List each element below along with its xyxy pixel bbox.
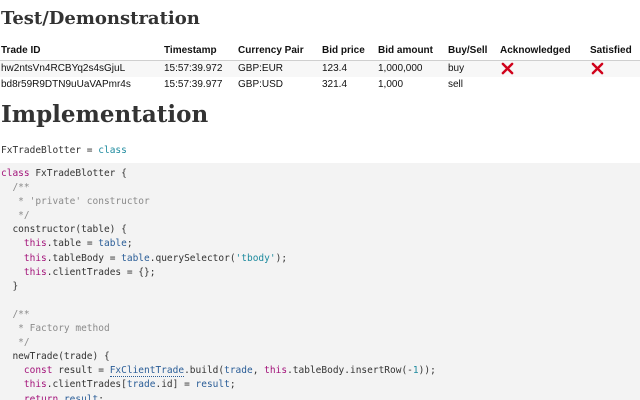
code-keyword: this	[264, 365, 288, 377]
cross-icon	[591, 62, 604, 75]
test-demonstration-heading: Test/Demonstration	[1, 8, 200, 29]
code-identifier: table	[98, 238, 127, 250]
currency-pair-cell: GBP:USD	[237, 77, 321, 94]
column-header-satisfied: Satisfied	[589, 44, 640, 61]
table-row: bd8r59R9DTN9uUaVAPmr4s 15:57:39.977 GBP:…	[0, 77, 640, 94]
code-text: .tableBody.insertRow(-	[287, 365, 413, 377]
code-keyword: this	[23, 238, 47, 250]
class-declaration-output: FxTradeBlotter = class	[1, 145, 127, 157]
column-header-bid-amount: Bid amount	[377, 44, 447, 61]
code-text: .tableBody =	[46, 252, 122, 264]
code-comment: * Factory method	[1, 323, 110, 335]
bid-amount-cell: 1,000,000	[377, 60, 447, 78]
code-text: .id] =	[155, 379, 196, 391]
buy-sell-cell: buy	[447, 60, 499, 78]
declaration-name: FxTradeBlotter	[1, 145, 82, 156]
code-text: );	[275, 252, 288, 264]
code-block: class FxTradeBlotter { /** * 'private' c…	[0, 163, 640, 400]
column-header-acknowledged: Acknowledged	[499, 44, 589, 61]
column-header-timestamp: Timestamp	[163, 44, 237, 61]
trade-id-cell: hw2ntsVn4RCBYq2s4sGjuL	[0, 60, 163, 78]
bid-price-cell: 123.4	[321, 60, 377, 78]
code-keyword: this	[23, 266, 47, 278]
cross-icon	[501, 62, 514, 75]
code-text: ;	[98, 393, 105, 400]
code-comment: /**	[1, 308, 30, 320]
code-identifier: trade	[126, 379, 156, 391]
code-identifier: result	[63, 393, 99, 400]
column-header-trade-id: Trade ID	[0, 44, 163, 61]
timestamp-cell: 15:57:39.972	[163, 60, 237, 78]
bid-amount-cell: 1,000	[377, 77, 447, 94]
declaration-equals: =	[81, 145, 99, 156]
code-text: .querySelector(	[149, 252, 236, 264]
currency-pair-cell: GBP:EUR	[237, 60, 321, 78]
column-header-buy-sell: Buy/Sell	[447, 44, 499, 61]
code-text: ;	[229, 379, 236, 391]
column-header-bid-price: Bid price	[321, 44, 377, 61]
fx-client-trade-link[interactable]: FxClientTrade	[109, 365, 185, 378]
trade-id-cell: bd8r59R9DTN9uUaVAPmr4s	[0, 77, 163, 94]
code-keyword: const	[23, 365, 53, 377]
code-text: FxTradeBlotter {	[29, 168, 127, 179]
code-comment: * 'private' constructor	[1, 196, 150, 208]
timestamp-cell: 15:57:39.977	[163, 77, 237, 94]
code-text: ,	[252, 365, 265, 377]
code-text: ));	[418, 365, 436, 377]
bid-price-cell: 321.4	[321, 77, 377, 94]
code-text: newTrade(trade) {	[1, 351, 110, 363]
acknowledged-cell	[499, 77, 589, 94]
code-keyword: class	[1, 168, 30, 179]
code-keyword: return	[23, 393, 59, 400]
code-keyword: this	[23, 252, 47, 264]
code-identifier: trade	[224, 365, 253, 377]
code-comment: /**	[1, 182, 30, 194]
table-row: hw2ntsVn4RCBYq2s4sGjuL 15:57:39.972 GBP:…	[0, 60, 640, 78]
implementation-heading: Implementation	[1, 101, 209, 128]
code-text: }	[1, 280, 19, 292]
column-header-currency-pair: Currency Pair	[237, 44, 321, 61]
code-text: .build(	[184, 365, 225, 377]
code-text: .clientTrades[	[46, 379, 127, 391]
code-keyword: this	[23, 379, 47, 391]
code-comment: */	[1, 210, 30, 222]
code-text: .table =	[46, 238, 99, 250]
satisfied-cell	[589, 77, 640, 94]
declaration-value: class	[98, 145, 127, 156]
code-text: .clientTrades = {};	[46, 266, 156, 278]
table-header-row: Trade ID Timestamp Currency Pair Bid pri…	[0, 44, 640, 61]
code-string: 'tbody'	[235, 252, 276, 264]
code-text: constructor(table) {	[1, 224, 127, 236]
buy-sell-cell: sell	[447, 77, 499, 94]
code-identifier: table	[121, 252, 150, 264]
fx-trade-blotter-table: Trade ID Timestamp Currency Pair Bid pri…	[0, 44, 640, 94]
satisfied-cell	[589, 60, 640, 78]
code-identifier: result	[195, 379, 230, 391]
code-comment: */	[1, 337, 30, 349]
acknowledged-cell	[499, 60, 589, 78]
code-text: ;	[126, 238, 133, 250]
code-text: result =	[52, 365, 110, 377]
